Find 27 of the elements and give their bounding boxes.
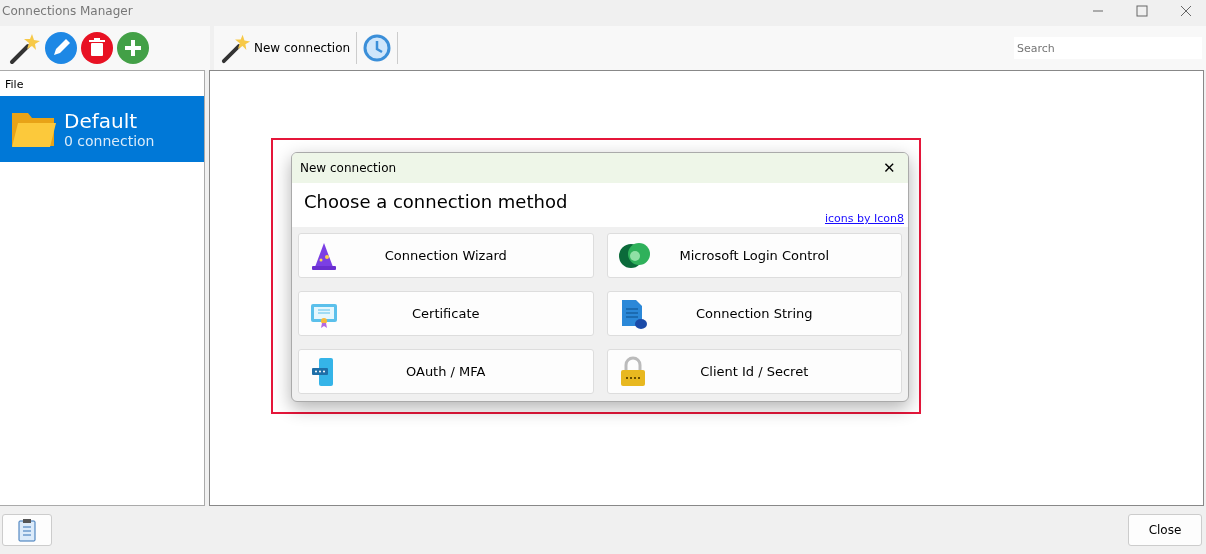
add-icon[interactable]: [116, 31, 150, 65]
close-button[interactable]: ✕: [879, 159, 900, 177]
dialog-heading: Choose a connection method: [304, 191, 568, 212]
method-button[interactable]: Microsoft Login Control: [606, 233, 902, 278]
close-icon[interactable]: [1180, 5, 1192, 17]
edit-icon[interactable]: [44, 31, 78, 65]
clipboard-icon: [17, 518, 37, 542]
close-button[interactable]: Close: [1128, 514, 1202, 546]
sidebar-item[interactable]: Default 0 connection: [0, 96, 204, 162]
group-name: Default: [64, 109, 139, 133]
window-title: Connections Manager: [2, 4, 133, 18]
new-connection-button[interactable]: New connection: [218, 32, 353, 64]
search-field[interactable]: Search: [1014, 37, 1202, 59]
method-button[interactable]: OAuth / MFA: [298, 349, 594, 394]
sidebar-header: File: [4, 77, 25, 93]
clipboard-button[interactable]: [2, 514, 52, 546]
method-button[interactable]: Client Id / Secret: [606, 349, 902, 394]
magic-wand-icon: [220, 32, 252, 64]
dialog-title: New connection: [300, 161, 397, 175]
delete-icon[interactable]: [80, 31, 114, 65]
method-button[interactable]: Connection Wizard: [298, 233, 594, 278]
maximize-icon[interactable]: [1136, 5, 1148, 17]
method-button[interactable]: Certificate: [298, 291, 594, 336]
logo-icon: [617, 240, 652, 271]
credit-link[interactable]: icons by Icon8: [825, 212, 904, 225]
method-button[interactable]: Connection String: [606, 291, 902, 336]
connection-count: 0 connection: [64, 133, 155, 149]
